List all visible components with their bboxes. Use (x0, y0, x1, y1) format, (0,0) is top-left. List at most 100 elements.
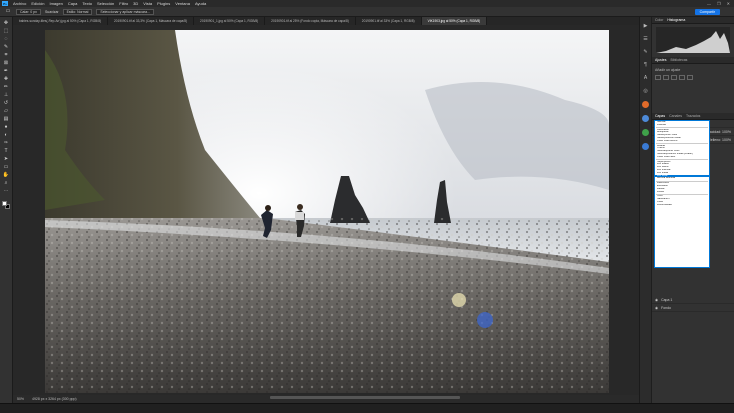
history-brush-icon[interactable]: ↺ (2, 100, 10, 107)
exposure-icon[interactable] (679, 75, 685, 80)
photoshop-logo[interactable]: Ps (2, 1, 8, 6)
horizontal-scrollbar[interactable] (270, 396, 460, 399)
type-icon[interactable]: T (2, 148, 10, 155)
tab-color[interactable]: Color (655, 18, 663, 22)
document-tab[interactable]: 20190901.tif al 33,3% (Capa 1, Máscara d… (108, 17, 195, 25)
path-select-icon[interactable]: ➤ (2, 156, 10, 163)
curves-icon[interactable] (671, 75, 677, 80)
hand-icon[interactable]: ✋ (2, 172, 10, 179)
frame-icon[interactable]: ⊠ (2, 60, 10, 67)
layer-row[interactable]: ◉ Capa 1 (652, 296, 734, 304)
gradient-icon[interactable]: ▤ (2, 116, 10, 123)
learn-icon[interactable] (642, 101, 649, 108)
layer-name[interactable]: Capa 1 (661, 298, 672, 302)
document-tab[interactable]: 20190901.tif al 25% (Fondo copia, Máscar… (265, 17, 356, 25)
layer-row[interactable]: ◉ Fondo (652, 304, 734, 312)
options-bar: ▭ Calar: 0 px Suavizar Estilo: Normal Se… (0, 7, 734, 17)
tab-histogram[interactable]: Histograma (667, 18, 685, 22)
brush-icon[interactable]: ✏ (2, 84, 10, 91)
document-info[interactable]: 4928 px x 3264 px (300 ppp) (32, 397, 77, 401)
menu-ayuda[interactable]: Ayuda (195, 1, 206, 6)
document-image[interactable] (45, 30, 609, 393)
character-icon[interactable]: A (644, 75, 647, 81)
document-tabs: babies-sunday-tiles(-Rep.Arr).jpg al 50%… (13, 17, 639, 25)
select-and-mask-button[interactable]: Seleccionar y aplicar máscara... (96, 8, 154, 15)
blend-mode-dropdown[interactable]: Normal Disolver Oscurecer Multiplicar Subexp… (654, 120, 710, 268)
lasso-icon[interactable]: ◌ (2, 36, 10, 43)
close-icon[interactable]: ✕ (727, 1, 730, 6)
dodge-icon[interactable]: ◐ (2, 132, 10, 139)
antialias-checkbox[interactable]: Suavizar (45, 10, 59, 14)
menu-3d[interactable]: 3D (133, 1, 138, 6)
zoom-level[interactable]: 50% (17, 397, 24, 401)
document-tab[interactable]: 20190901_1.jpg al 50% (Capa 1, RGB/8) (194, 17, 266, 25)
stamp-icon[interactable]: ⊥ (2, 92, 10, 99)
layers-panel-header: Capas Canales Trazados (652, 113, 734, 120)
histogram-graph (656, 31, 730, 53)
brush-settings-icon[interactable]: ✎ (643, 49, 647, 55)
menu-plugins[interactable]: Plugins (157, 1, 170, 6)
tab-libraries[interactable]: Bibliotecas (670, 58, 687, 62)
fill-field[interactable]: Relleno: 100% (708, 138, 731, 142)
minimize-icon[interactable]: — (707, 1, 711, 6)
shape-icon[interactable]: ▭ (2, 164, 10, 171)
zoom-icon[interactable]: ⌕ (2, 180, 10, 187)
history-icon[interactable]: ☰ (643, 36, 647, 42)
move-icon[interactable]: ✥ (2, 20, 10, 27)
document-tab-active[interactable]: VIK1903.jpg al 50% (Capa 1, RGB/8) (421, 17, 488, 25)
adjustments-panel-header: Ajustes Bibliotecas (652, 57, 734, 64)
crop-icon[interactable]: ⌗ (2, 52, 10, 59)
tab-layers[interactable]: Capas (655, 114, 665, 118)
eyedropper-icon[interactable]: ✒ (2, 68, 10, 75)
color-swatches[interactable] (1, 200, 11, 210)
menu-bar: Ps Archivo Edición Imagen Capa Texto Sel… (0, 0, 734, 7)
tools-panel: ✥ ⬚ ◌ ✎ ⌗ ⊠ ✒ ✚ ✏ ⊥ ↺ ▱ ▤ ● ◐ ✑ T ➤ ▭ ✋ … (0, 17, 13, 403)
foreground-color-swatch[interactable] (2, 201, 7, 206)
blur-icon[interactable]: ● (2, 124, 10, 131)
levels-icon[interactable] (663, 75, 669, 80)
document-tab[interactable]: babies-sunday-tiles(-Rep.Arr).jpg al 50%… (13, 17, 109, 25)
brightness-icon[interactable] (655, 75, 661, 80)
menu-vista[interactable]: Vista (143, 1, 152, 6)
menu-filtro[interactable]: Filtro (119, 1, 128, 6)
play-icon[interactable]: ▶ (644, 23, 648, 29)
tab-paths[interactable]: Trazados (686, 114, 700, 118)
menu-texto[interactable]: Texto (82, 1, 92, 6)
style-select[interactable]: Estilo: Normal (62, 8, 93, 15)
layer-name[interactable]: Fondo (661, 306, 671, 310)
pen-icon[interactable]: ✑ (2, 140, 10, 147)
quick-select-icon[interactable]: ✎ (2, 44, 10, 51)
panel-icon-strip: ▶ ☰ ✎ ¶ A ◎ (639, 17, 651, 403)
histogram (656, 27, 730, 53)
canvas-area[interactable] (13, 25, 639, 395)
libraries-icon[interactable] (642, 115, 649, 122)
spot-heal-icon[interactable]: ✚ (2, 76, 10, 83)
cc-icon[interactable] (642, 143, 649, 150)
maximize-icon[interactable]: ❐ (717, 1, 721, 6)
blend-mode-option[interactable]: Luminosidad (655, 204, 709, 207)
tab-adjustments[interactable]: Ajustes (655, 58, 666, 62)
menu-archivo[interactable]: Archivo (13, 1, 26, 6)
menu-capa[interactable]: Capa (68, 1, 78, 6)
menu-seleccion[interactable]: Selección (97, 1, 114, 6)
menu-edicion[interactable]: Edición (31, 1, 44, 6)
visibility-eye-icon[interactable]: ◉ (655, 298, 658, 302)
adjustment-icons (652, 72, 734, 83)
more-icon[interactable]: ⋯ (2, 188, 10, 195)
vibrance-icon[interactable] (687, 75, 693, 80)
share-button[interactable]: Compartir (694, 8, 720, 15)
visibility-eye-icon[interactable]: ◉ (655, 306, 658, 310)
menu-imagen[interactable]: Imagen (49, 1, 62, 6)
marquee-tool-icon[interactable]: ▭ (4, 8, 12, 15)
discover-icon[interactable] (642, 129, 649, 136)
os-taskbar (0, 403, 734, 413)
menu-ventana[interactable]: Ventana (175, 1, 190, 6)
paragraph-icon[interactable]: ¶ (644, 62, 647, 68)
properties-icon[interactable]: ◎ (643, 88, 647, 94)
tab-channels[interactable]: Canales (669, 114, 682, 118)
eraser-icon[interactable]: ▱ (2, 108, 10, 115)
marquee-icon[interactable]: ⬚ (2, 28, 10, 35)
beach-photo (45, 30, 609, 393)
feather-field[interactable]: Calar: 0 px (16, 8, 41, 15)
document-tab[interactable]: 20190901.tif al 33% (Capa 1, RGB/8) (356, 17, 422, 25)
